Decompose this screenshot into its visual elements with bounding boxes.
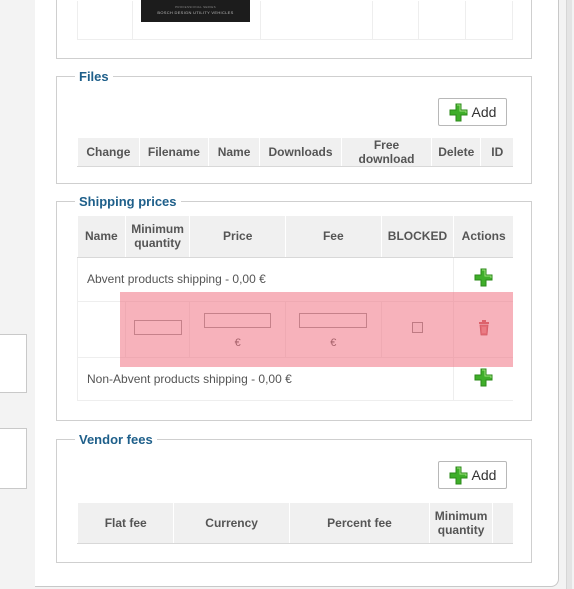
shipping-col-actions[interactable]: Actions: [453, 216, 513, 258]
files-col-id[interactable]: ID: [480, 138, 513, 167]
green-plus-icon: [449, 103, 468, 122]
left-side-panel: [0, 334, 27, 393]
shipping-legend: Shipping prices: [79, 194, 177, 209]
vendor-col-percent-fee[interactable]: Percent fee: [288, 503, 430, 544]
product-image-caption: BOSCH DESIGN UTILITY VEHICLES: [157, 10, 234, 15]
vendor-fees-add-label: Add: [471, 467, 497, 483]
files-col-delete[interactable]: Delete: [431, 138, 481, 167]
page-scrollbar[interactable]: [566, 0, 572, 589]
table-row: Non-Abvent products shipping - 0,00 €: [76, 357, 513, 401]
files-col-filename[interactable]: Filename: [138, 138, 209, 167]
vendor-fees-table: Flat fee Currency Percent fee Minimum qu…: [76, 503, 513, 544]
green-plus-icon[interactable]: [474, 268, 493, 287]
fee-input[interactable]: [299, 313, 368, 328]
green-plus-icon: [449, 466, 468, 485]
vendor-col-currency[interactable]: Currency: [173, 503, 290, 544]
trash-icon[interactable]: [478, 319, 490, 339]
files-table: Change Filename Name Downloads Free down…: [77, 138, 513, 167]
files-col-change[interactable]: Change: [77, 138, 140, 167]
files-col-downloads[interactable]: Downloads: [259, 138, 342, 167]
shipping-col-price[interactable]: Price: [189, 216, 286, 258]
price-input[interactable]: [204, 313, 272, 328]
shipping-col-fee[interactable]: Fee: [285, 216, 382, 258]
vendor-col-min-qty[interactable]: Minimum quantity: [429, 503, 493, 544]
table-row: Abvent products shipping - 0,00 €: [76, 257, 513, 302]
left-side-panel: [0, 428, 27, 489]
shipping-col-blocked[interactable]: BLOCKED: [380, 216, 454, 258]
shipping-row-label: Abvent products shipping - 0,00 €: [76, 257, 454, 302]
blocked-checkbox[interactable]: [411, 322, 423, 333]
files-add-label: Add: [471, 104, 497, 120]
files-legend: Files: [79, 69, 109, 84]
vendor-col-blank: [492, 503, 513, 544]
price-currency: €: [234, 337, 241, 349]
files-col-free-download[interactable]: Free download: [340, 138, 432, 167]
files-col-name[interactable]: Name: [207, 138, 260, 167]
shipping-col-name[interactable]: Name: [77, 216, 126, 258]
min-quantity-input[interactable]: [133, 320, 182, 335]
fee-currency: €: [330, 337, 337, 349]
files-add-button[interactable]: Add: [438, 98, 507, 126]
vendor-fees-add-button[interactable]: Add: [438, 461, 507, 489]
shipping-table: Name Minimum quantity Price Fee BLOCKED …: [76, 216, 513, 401]
vendor-col-flat-fee[interactable]: Flat fee: [76, 503, 174, 544]
shipping-row-label: Non-Abvent products shipping - 0,00 €: [76, 357, 454, 401]
product-image: PROFESSIONAL SERIES BOSCH DESIGN UTILITY…: [141, 0, 250, 22]
green-plus-icon[interactable]: [474, 368, 493, 387]
shipping-col-min-qty[interactable]: Minimum quantity: [124, 216, 190, 258]
images-section: [56, 0, 532, 59]
vendor-fees-legend: Vendor fees: [79, 432, 153, 447]
table-row: € €: [77, 301, 513, 358]
